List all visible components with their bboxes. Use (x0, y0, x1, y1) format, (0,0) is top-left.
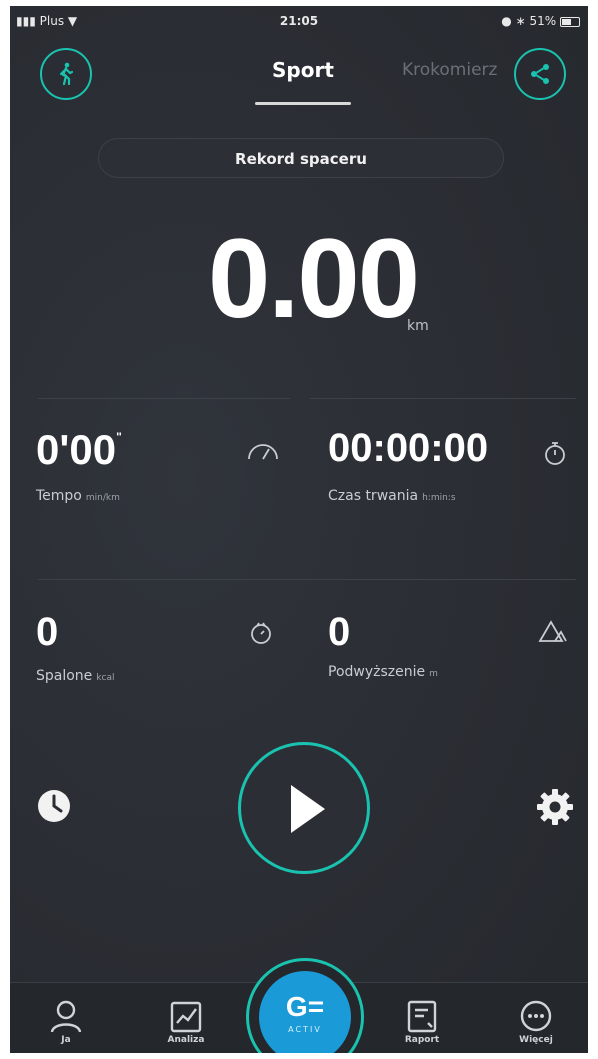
stopwatch-icon (543, 440, 567, 470)
home-center-button[interactable]: G= ACTIV (246, 958, 364, 1053)
nav-label-me: Ja (61, 1035, 71, 1045)
play-icon (291, 785, 325, 833)
calories-label-text: Spalone (36, 668, 93, 684)
user-icon (50, 1000, 82, 1033)
nav-item-analysis[interactable]: Analiza (146, 983, 226, 1053)
nav-item-report[interactable]: Raport (382, 983, 462, 1053)
battery-percent: 51% (529, 14, 557, 28)
pace-label-text: Tempo (36, 488, 82, 504)
nav-item-me[interactable]: Ja (26, 983, 106, 1053)
record-walk-button[interactable]: Rekord spaceru (98, 138, 504, 178)
tab-sport[interactable]: Sport (272, 58, 334, 82)
share-glyph (531, 64, 549, 84)
pace-number: 0'00 (36, 426, 117, 473)
calorie-icon (248, 620, 274, 650)
elevation-icon (538, 618, 568, 648)
distance-unit: km (407, 318, 429, 334)
gear-icon[interactable] (536, 788, 574, 830)
elevation-unit: m (429, 669, 438, 679)
start-workout-button[interactable] (238, 742, 370, 874)
app-screen: ▮▮▮ Plus ▼ 21:05 ● ∗ 51% Sport Krokomier… (10, 6, 588, 1053)
distance-value: 0.00 (208, 216, 420, 341)
nav-label-report: Raport (404, 1035, 440, 1045)
duration-value: 00:00:00 (328, 426, 489, 470)
divider (310, 398, 576, 399)
pace-label: Tempo min/km (36, 488, 120, 504)
calories-unit: kcal (96, 673, 115, 683)
divider (38, 398, 290, 399)
duration-label: Czas trwania h:min:s (328, 488, 456, 504)
more-icon (520, 1000, 552, 1032)
elevation-label-text: Podwyższenie (328, 664, 426, 680)
report-icon (407, 1000, 437, 1033)
status-right: ● ∗ 51% (501, 14, 580, 28)
alarm-icon: ● (501, 14, 512, 28)
divider (38, 579, 576, 580)
walker-glyph (59, 62, 74, 86)
calories-value: 0 (36, 610, 59, 654)
chart-icon (170, 1001, 202, 1033)
elevation-label: Podwyższenie m (328, 664, 438, 680)
brand-logo-subtext: ACTIV (288, 1025, 322, 1034)
bluetooth-icon: ∗ (515, 14, 526, 28)
pace-seconds-mark: " (116, 430, 122, 444)
nav-item-more[interactable]: Więcej (496, 983, 576, 1053)
calories-label: Spalone kcal (36, 668, 114, 684)
share-icon[interactable] (514, 48, 566, 100)
pace-value: 0'00" (36, 426, 122, 474)
brand-logo: G= ACTIV (259, 971, 351, 1053)
tab-krokomierz[interactable]: Krokomierz (402, 60, 497, 80)
nav-label-more: Więcej (519, 1035, 553, 1045)
pace-unit: min/km (85, 493, 120, 503)
nav-label-analysis: Analiza (167, 1035, 205, 1045)
elevation-value: 0 (328, 610, 351, 654)
speedometer-icon (246, 440, 280, 466)
duration-unit: h:min:s (422, 493, 456, 503)
status-bar: ▮▮▮ Plus ▼ 21:05 ● ∗ 51% (10, 6, 588, 36)
duration-label-text: Czas trwania (328, 488, 419, 504)
brand-logo-text: G= (285, 991, 325, 1022)
active-tab-indicator (255, 102, 351, 105)
clock-icon[interactable] (36, 788, 72, 828)
walker-icon[interactable] (40, 48, 92, 100)
battery-icon (560, 16, 580, 27)
